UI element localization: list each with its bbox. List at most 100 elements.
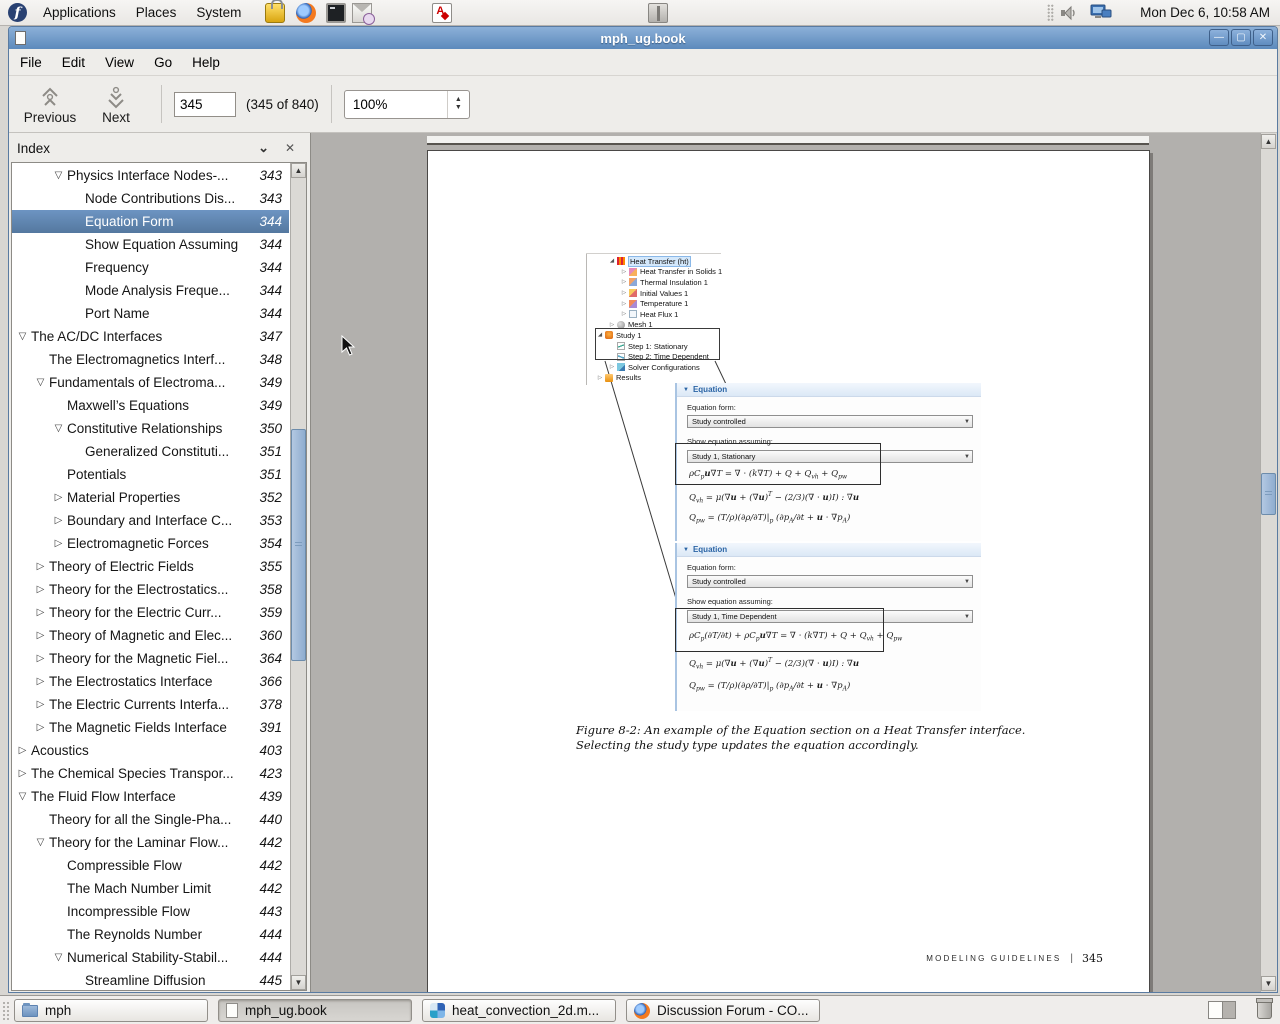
index-tree-item[interactable]: ▽ The AC/DC Interfaces 347 (12, 325, 289, 348)
sidebar-close-icon[interactable]: ✕ (285, 141, 295, 155)
maximize-button[interactable]: ▢ (1231, 29, 1251, 46)
expander-icon[interactable]: ▷ (50, 492, 67, 503)
task-button-mph[interactable]: mph (14, 999, 208, 1022)
volume-icon[interactable] (1060, 5, 1078, 21)
document-scrollbar[interactable]: ▲ ▼ (1260, 133, 1277, 992)
expander-icon[interactable]: ▽ (50, 170, 67, 181)
expander-icon[interactable]: ▷ (50, 515, 67, 526)
index-tree-item[interactable]: ▽ Constitutive Relationships 350 (12, 417, 289, 440)
menubar-item[interactable]: File (11, 51, 51, 74)
index-tree-item[interactable]: ▷ Boundary and Interface C... 353 (12, 509, 289, 532)
index-tree-item[interactable]: ▷ Theory of Magnetic and Elec... 360 (12, 624, 289, 647)
expander-icon[interactable]: ▽ (32, 377, 49, 388)
panel-grip-handle[interactable] (1047, 4, 1054, 22)
index-tree-item[interactable]: ▷ The Electric Currents Interfa... 378 (12, 693, 289, 716)
expander-icon[interactable]: ▷ (32, 630, 49, 641)
index-tree-item[interactable]: Streamline Diffusion 445 (12, 969, 289, 990)
sidebar-scrollbar[interactable]: ▲ ▼ (290, 163, 306, 990)
expander-icon[interactable]: ▷ (32, 584, 49, 595)
clock[interactable]: Mon Dec 6, 10:58 AM (1140, 5, 1270, 20)
expander-icon[interactable]: ▷ (32, 561, 49, 572)
expander-icon[interactable]: ▽ (14, 791, 31, 802)
index-tree-item[interactable]: ▷ The Electrostatics Interface 366 (12, 670, 289, 693)
sidebar-view-selector[interactable]: Index (13, 141, 50, 156)
index-tree-item[interactable]: ▷ Acoustics 403 (12, 739, 289, 762)
index-tree-item[interactable]: Mode Analysis Freque... 344 (12, 279, 289, 302)
index-tree-item[interactable]: ▷ The Magnetic Fields Interface 391 (12, 716, 289, 739)
index-tree-item[interactable]: The Mach Number Limit 442 (12, 877, 289, 900)
expander-icon[interactable]: ▽ (14, 331, 31, 342)
workspace-switcher[interactable] (1208, 1001, 1236, 1019)
index-tree-item[interactable]: ▷ Theory for the Magnetic Fiel... 364 (12, 647, 289, 670)
expander-icon[interactable]: ▷ (14, 768, 31, 779)
index-tree-item[interactable]: Theory for all the Single-Pha... 440 (12, 808, 289, 831)
taskbar-grip-handle[interactable] (2, 1001, 10, 1020)
zoom-spin-arrows[interactable]: ▲▼ (447, 91, 469, 118)
scrollbar-thumb[interactable] (1261, 473, 1276, 515)
index-tree-item[interactable]: The Electromagnetics Interf... 348 (12, 348, 289, 371)
menubar-item[interactable]: Edit (53, 51, 94, 74)
index-tree-item[interactable]: ▷ Material Properties 352 (12, 486, 289, 509)
mail-notification-icon[interactable] (352, 3, 372, 23)
chevron-down-icon[interactable]: ⌄ (258, 140, 269, 156)
index-tree-item[interactable]: ▷ Theory of Electric Fields 355 (12, 555, 289, 578)
index-tree-item[interactable]: Frequency 344 (12, 256, 289, 279)
task-button-heat-convection[interactable]: heat_convection_2d.m... (422, 999, 616, 1022)
menubar-item[interactable]: Help (183, 51, 229, 74)
expander-icon[interactable]: ▷ (32, 722, 49, 733)
display-settings-icon[interactable] (1090, 4, 1112, 21)
index-tree-item[interactable]: Node Contributions Dis... 343 (12, 187, 289, 210)
scroll-up-button[interactable]: ▲ (291, 163, 306, 178)
expander-icon[interactable]: ▽ (32, 837, 49, 848)
index-tree-item[interactable]: ▽ The Fluid Flow Interface 439 (12, 785, 289, 808)
trash-icon[interactable] (1257, 1000, 1272, 1019)
expander-icon[interactable]: ▷ (32, 607, 49, 618)
hardware-tool-icon[interactable] (648, 3, 668, 23)
index-tree-item[interactable]: ▽ Physics Interface Nodes-... 343 (12, 164, 289, 187)
index-tree-item[interactable]: Incompressible Flow 443 (12, 900, 289, 923)
expander-icon[interactable]: ▽ (50, 952, 67, 963)
scroll-down-button[interactable]: ▼ (1261, 976, 1276, 991)
index-tree-item[interactable]: ▽ Theory for the Laminar Flow... 442 (12, 831, 289, 854)
close-button[interactable]: ✕ (1253, 29, 1273, 46)
scroll-down-button[interactable]: ▼ (291, 975, 306, 990)
expander-icon[interactable]: ▷ (32, 699, 49, 710)
index-tree-item[interactable]: ▷ Theory for the Electrostatics... 358 (12, 578, 289, 601)
document-view[interactable]: ◢ Heat Transfer (ht) ▷ Heat Transfer in … (310, 133, 1277, 992)
index-tree-item[interactable]: Generalized Constituti... 351 (12, 440, 289, 463)
scroll-up-button[interactable]: ▲ (1261, 134, 1276, 149)
terminal-launcher-icon[interactable] (326, 3, 346, 23)
expander-icon[interactable]: ▷ (32, 676, 49, 687)
index-tree-item[interactable]: ▷ The Chemical Species Transpor... 423 (12, 762, 289, 785)
index-tree-item[interactable]: Equation Form 344 (12, 210, 289, 233)
menu-places[interactable]: Places (128, 2, 185, 23)
solitaire-icon[interactable] (432, 3, 452, 23)
index-tree-item[interactable]: Show Equation Assuming 344 (12, 233, 289, 256)
index-tree-item[interactable]: ▽ Fundamentals of Electroma... 349 (12, 371, 289, 394)
index-tree-item[interactable]: ▷ Theory for the Electric Curr... 359 (12, 601, 289, 624)
page-number-input[interactable] (174, 92, 236, 117)
index-tree-item[interactable]: Port Name 344 (12, 302, 289, 325)
index-tree-item[interactable]: Potentials 351 (12, 463, 289, 486)
index-tree-item[interactable]: The Reynolds Number 444 (12, 923, 289, 946)
expander-icon[interactable]: ▽ (50, 423, 67, 434)
keyring-launcher-icon[interactable] (265, 3, 285, 23)
index-tree-item[interactable]: ▽ Numerical Stability-Stabil... 444 (12, 946, 289, 969)
index-tree-item[interactable]: Compressible Flow 442 (12, 854, 289, 877)
menubar-item[interactable]: Go (145, 51, 181, 74)
scrollbar-thumb[interactable] (291, 429, 306, 661)
task-button-discussion-forum[interactable]: Discussion Forum - CO... (626, 999, 820, 1022)
menubar-item[interactable]: View (96, 51, 143, 74)
task-button-mph-ug-book[interactable]: mph_ug.book (218, 999, 412, 1022)
index-tree-item[interactable]: Maxwell’s Equations 349 (12, 394, 289, 417)
next-page-button[interactable]: Next (83, 79, 149, 129)
previous-page-button[interactable]: Previous (17, 79, 83, 129)
expander-icon[interactable]: ▷ (50, 538, 67, 549)
window-titlebar[interactable]: mph_ug.book — ▢ ✕ (9, 27, 1277, 49)
fedora-logo-icon[interactable]: f (8, 3, 27, 22)
firefox-launcher-icon[interactable] (296, 3, 316, 23)
menu-system[interactable]: System (188, 2, 249, 23)
zoom-combobox[interactable]: 100% ▲▼ (344, 90, 470, 119)
menu-applications[interactable]: Applications (35, 2, 124, 23)
minimize-button[interactable]: — (1209, 29, 1229, 46)
